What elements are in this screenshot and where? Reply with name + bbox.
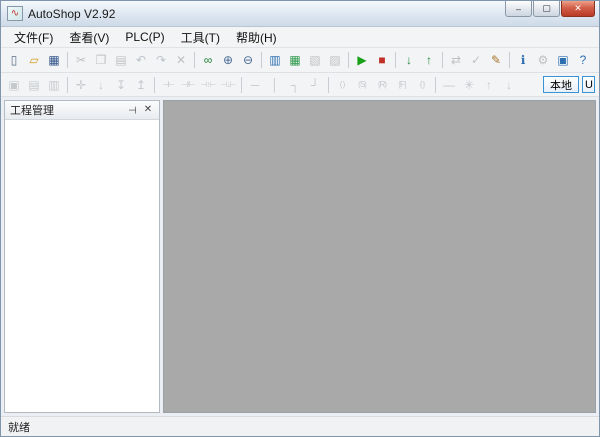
branch-line-icon[interactable]: ┘ — [305, 75, 325, 95]
project-panel-title: 工程管理 — [10, 105, 54, 117]
save-icon[interactable]: ▦ — [44, 50, 64, 70]
copy-icon[interactable]: ❐ — [91, 50, 111, 70]
usb-mode-button[interactable]: U — [582, 76, 595, 93]
element-monitor-icon[interactable]: ▨ — [325, 50, 345, 70]
insert-row-icon[interactable]: ↧ — [111, 75, 131, 95]
menu-file[interactable]: 文件(F) — [6, 27, 61, 48]
content-area: 工程管理 ⊤ ✕ — [1, 97, 599, 416]
select-tool-icon[interactable]: ▣ — [4, 75, 24, 95]
app-icon: ∿ — [7, 6, 23, 21]
zoom-out-icon[interactable]: ⊖ — [238, 50, 258, 70]
append-network-icon[interactable]: ↓ — [91, 75, 111, 95]
new-file-icon[interactable]: ▯ — [4, 50, 24, 70]
cut-icon[interactable]: ✂ — [71, 50, 91, 70]
network-comment-icon[interactable]: ▤ — [24, 75, 44, 95]
project-tree[interactable] — [5, 120, 159, 412]
vertical-line-icon[interactable]: │ — [265, 75, 285, 95]
workspace — [163, 100, 596, 413]
toolbar-separator — [67, 52, 68, 68]
title-bar: ∿ AutoShop V2.92 – ▢ ✕ — [1, 1, 599, 27]
menu-view[interactable]: 查看(V) — [61, 27, 117, 48]
closed-contact-icon[interactable]: ⊣/⊢ — [178, 75, 198, 95]
status-text: 就绪 — [8, 421, 30, 434]
falling-edge-contact-icon[interactable]: ⊣↓⊢ — [218, 75, 238, 95]
maximize-button[interactable]: ▢ — [533, 1, 560, 17]
toolbar-separator — [442, 52, 443, 68]
toolbar-separator — [154, 76, 155, 93]
upload-from-plc-icon[interactable]: ↑ — [419, 50, 439, 70]
insert-network-icon[interactable]: ✛ — [71, 75, 91, 95]
instruction-list-icon[interactable]: ▥ — [44, 75, 64, 95]
output-coil-icon[interactable]: ( ) — [332, 75, 352, 95]
menu-tools[interactable]: 工具(T) — [173, 27, 228, 48]
toolbar-separator — [435, 76, 436, 93]
data-monitor-icon[interactable]: ▧ — [305, 50, 325, 70]
plc-info-icon[interactable]: ℹ — [513, 50, 533, 70]
zoom-in-icon[interactable]: ⊕ — [218, 50, 238, 70]
paste-icon[interactable]: ▤ — [111, 50, 131, 70]
settings-icon[interactable]: ⚙ — [533, 50, 553, 70]
rising-edge-contact-icon[interactable]: ⊣↑⊢ — [198, 75, 218, 95]
delete-branch-icon[interactable]: ✳ — [459, 75, 479, 95]
delete-line-icon[interactable]: — — [439, 75, 459, 95]
compare-block-icon[interactable]: { } — [412, 75, 432, 95]
ladder-toolbar: ▣ ▤ ▥ ✛ ↓ ↧ ↥ ⊣⊢ ⊣/⊢ ⊣↑⊢ ⊣↓⊢ ─ │ ┐ ┘( ) (S) (R) [F]{ } — ✳ ↑… — [1, 73, 599, 97]
toolbar-separator — [348, 52, 349, 68]
toolbar-separator — [67, 76, 68, 93]
main-toolbar: ▯ ▱ ▦ ✂ ❐ ▤ ↶ ↷ ✕ ∞ ⊕ ⊖ ▥ ▦ ▧ ▨ ▶ ■ ↓ ↑ ⇄ ✓ ✎ ℹ ⚙ ▣? — [1, 48, 599, 73]
close-button[interactable]: ✕ — [561, 1, 595, 17]
open-contact-icon[interactable]: ⊣⊢ — [158, 75, 178, 95]
ladder-monitor-icon[interactable]: ▦ — [285, 50, 305, 70]
undo-icon[interactable]: ↶ — [131, 50, 151, 70]
toolbar-separator — [241, 76, 242, 93]
toolbar-separator — [261, 52, 262, 68]
project-panel-header-icons: ⊤ ✕ — [125, 105, 154, 115]
menu-help[interactable]: 帮助(H) — [228, 27, 285, 48]
open-project-icon[interactable]: ▱ — [24, 50, 44, 70]
corner-line-icon[interactable]: ┐ — [285, 75, 305, 95]
close-panel-icon[interactable]: ✕ — [142, 105, 154, 115]
comm-mode-group: 本地 U — [543, 76, 596, 93]
function-block-icon[interactable]: [F] — [392, 75, 412, 95]
app-icon-glyph: ∿ — [10, 7, 20, 19]
download-to-plc-icon[interactable]: ↓ — [399, 50, 419, 70]
menu-bar: 文件(F) 查看(V) PLC(P) 工具(T) 帮助(H) — [1, 27, 599, 48]
toolbar-separator — [328, 76, 329, 93]
move-up-icon[interactable]: ↑ — [479, 75, 499, 95]
run-icon[interactable]: ▶ — [352, 50, 372, 70]
set-coil-icon[interactable]: (S) — [352, 75, 372, 95]
status-bar: 就绪 — [1, 416, 599, 436]
pin-icon[interactable]: ⊤ — [126, 104, 137, 116]
check-program-icon[interactable]: ✓ — [466, 50, 486, 70]
redo-icon[interactable]: ↷ — [151, 50, 171, 70]
window-title: AutoShop V2.92 — [28, 6, 116, 21]
local-mode-button[interactable]: 本地 — [543, 76, 579, 93]
delete-row-icon[interactable]: ↥ — [131, 75, 151, 95]
app-window: ∿ AutoShop V2.92 – ▢ ✕ 文件(F) 查看(V) PLC(P) 工具(… — [0, 0, 600, 437]
window-controls: – ▢ ✕ — [505, 1, 595, 17]
comm-config-icon[interactable]: ▣ — [553, 50, 573, 70]
convert-icon[interactable]: ⇄ — [446, 50, 466, 70]
horizontal-line-icon[interactable]: ─ — [245, 75, 265, 95]
reset-coil-icon[interactable]: (R) — [372, 75, 392, 95]
toolbar-separator — [395, 52, 396, 68]
project-window-icon[interactable]: ▥ — [265, 50, 285, 70]
delete-icon[interactable]: ✕ — [171, 50, 191, 70]
stop-icon[interactable]: ■ — [372, 50, 392, 70]
help-icon[interactable]: ? — [573, 50, 593, 70]
project-panel-header: 工程管理 ⊤ ✕ — [5, 101, 159, 120]
menu-plc[interactable]: PLC(P) — [117, 28, 172, 46]
toolbar-separator — [509, 52, 510, 68]
project-manager-panel: 工程管理 ⊤ ✕ — [4, 100, 160, 413]
find-binoculars-icon[interactable]: ∞ — [198, 50, 218, 70]
minimize-button[interactable]: – — [505, 1, 532, 17]
toolbar-separator — [194, 52, 195, 68]
move-down-icon[interactable]: ↓ — [499, 75, 519, 95]
edit-data-icon[interactable]: ✎ — [486, 50, 506, 70]
